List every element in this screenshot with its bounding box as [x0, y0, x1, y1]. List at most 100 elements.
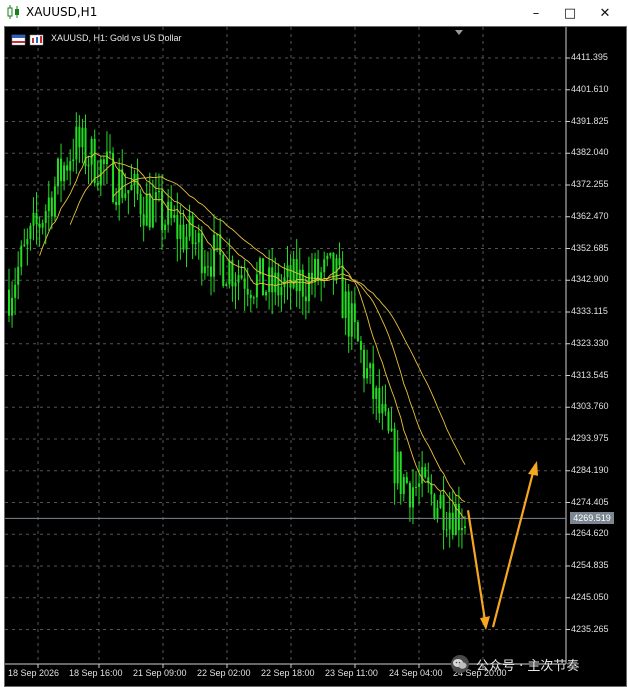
- candle-body: [439, 494, 442, 508]
- candle-body: [75, 126, 78, 160]
- price-label: 4284.190: [571, 464, 609, 475]
- candle-body: [8, 289, 10, 316]
- candle-body: [167, 201, 170, 225]
- candle-body: [436, 507, 439, 519]
- candle-body: [268, 267, 271, 293]
- close-button[interactable]: ✕: [588, 0, 622, 26]
- candle-body: [179, 224, 182, 239]
- date-label: 22 Sep 02:00: [197, 668, 251, 678]
- candle-body: [44, 211, 47, 223]
- candle-body: [63, 165, 66, 182]
- candle-body: [130, 185, 133, 191]
- date-label: 23 Sep 11:00: [325, 668, 378, 678]
- price-label: 4411.395: [571, 52, 608, 62]
- candle-body: [393, 428, 396, 484]
- candle-body: [185, 236, 188, 250]
- candle-body: [78, 126, 81, 148]
- chart-shift-icon: [455, 30, 463, 35]
- candle-body: [127, 190, 130, 194]
- candle-body: [20, 245, 23, 267]
- price-label: 4235.265: [571, 623, 609, 634]
- candle-body: [142, 214, 145, 226]
- candle-body: [225, 284, 228, 286]
- candle-body: [23, 244, 26, 246]
- candle-body: [396, 451, 399, 484]
- candle-body: [307, 272, 310, 302]
- candle-body: [344, 291, 347, 319]
- candle-body: [213, 234, 216, 277]
- down-arrow-head: [480, 616, 490, 631]
- terminal-window: XAUUSD,H1 – □ ✕ XAUUSD, H1: Gold vs US D…: [0, 0, 628, 687]
- date-label: 24 Sep 04:00: [389, 668, 443, 678]
- candle-body: [359, 341, 362, 350]
- candle-body: [145, 193, 148, 226]
- candle-body: [176, 214, 179, 239]
- candle-body: [390, 428, 393, 431]
- watermark: 公众号 · 主次节奏: [450, 652, 620, 676]
- candle-body: [280, 286, 283, 296]
- candle-body: [219, 234, 222, 255]
- candle-body: [41, 222, 44, 228]
- candle-body: [399, 451, 402, 495]
- candle-body: [50, 197, 53, 217]
- candle-body: [66, 165, 69, 171]
- candle-body: [206, 266, 209, 268]
- date-label: 18 Sep 16:00: [69, 668, 123, 678]
- date-label: 21 Sep 09:00: [133, 668, 187, 678]
- price-chart[interactable]: [5, 27, 626, 686]
- candle-body: [402, 477, 405, 495]
- candle-body: [222, 254, 225, 286]
- candle-body: [378, 387, 381, 414]
- price-label: 4254.835: [571, 560, 609, 570]
- minimize-button[interactable]: –: [519, 0, 553, 26]
- candle-body: [366, 368, 369, 379]
- candle-body: [301, 269, 304, 297]
- maximize-icon: □: [563, 5, 577, 21]
- candle-body: [29, 225, 32, 239]
- candle-body: [240, 275, 243, 279]
- candle-body: [323, 259, 326, 273]
- candle-body: [161, 190, 164, 230]
- candle-body: [464, 526, 466, 528]
- candle-body: [188, 215, 191, 237]
- candle-body: [445, 529, 448, 531]
- candle-body: [72, 159, 75, 162]
- candle-body: [47, 197, 50, 212]
- candle-body: [148, 193, 151, 228]
- candle-body: [338, 258, 341, 266]
- candle-body: [99, 159, 102, 186]
- price-label: 4333.115: [571, 306, 608, 316]
- candle-body: [326, 255, 329, 260]
- candle-body: [286, 265, 289, 278]
- candle-body: [17, 266, 20, 285]
- candle-body: [237, 275, 240, 283]
- candle-body: [203, 266, 206, 274]
- candle-body: [418, 483, 421, 487]
- candle-body: [115, 202, 118, 206]
- candle-body: [157, 190, 160, 193]
- candle-body: [295, 259, 298, 292]
- candle-body: [381, 403, 384, 414]
- candle-body: [93, 138, 96, 183]
- price-label: 4391.825: [571, 115, 609, 126]
- price-label: 4401.610: [571, 83, 609, 94]
- candle-body: [451, 512, 454, 535]
- candle-body: [151, 199, 154, 228]
- candle-body: [154, 192, 157, 200]
- price-label: 4323.330: [571, 337, 609, 348]
- chart-area[interactable]: XAUUSD, H1: Gold vs US Dollar 4411.395 44…: [4, 26, 627, 687]
- candle-body: [421, 467, 424, 484]
- symbol-label: XAUUSD, H1: Gold vs US Dollar: [51, 33, 182, 43]
- candle-body: [350, 303, 353, 337]
- candle-body: [442, 494, 445, 530]
- candle-body: [372, 363, 375, 400]
- maximize-button[interactable]: □: [553, 0, 587, 26]
- candle-body: [249, 294, 252, 299]
- price-label: 4372.255: [571, 179, 609, 189]
- candle-body: [136, 173, 139, 194]
- candle-body: [252, 297, 255, 299]
- candle-body: [194, 242, 197, 245]
- moving-average-line: [112, 176, 466, 465]
- candle-body: [255, 274, 258, 298]
- candle-body: [38, 223, 41, 228]
